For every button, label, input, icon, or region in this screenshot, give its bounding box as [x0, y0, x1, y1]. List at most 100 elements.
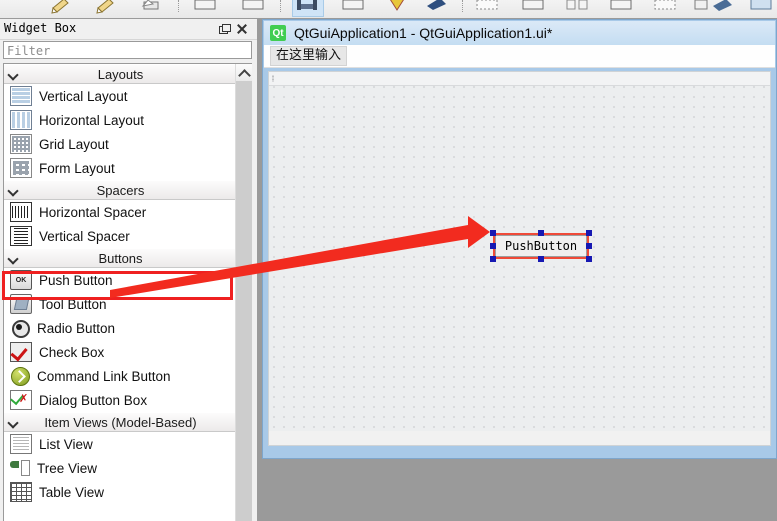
widget-item-check-box[interactable]: Check Box: [4, 340, 237, 364]
resize-handle-bottom-right[interactable]: [586, 256, 592, 262]
widget-list[interactable]: Layouts Vertical Layout Horizontal Layou…: [3, 63, 252, 521]
toolbar-separator: [178, 0, 180, 12]
widget-item-label: Dialog Button Box: [39, 393, 147, 408]
widget-item-radio-button[interactable]: Radio Button: [4, 316, 237, 340]
break-layout-icon[interactable]: [292, 0, 324, 17]
grid-icon[interactable]: [474, 0, 496, 14]
filter-field[interactable]: [3, 41, 252, 59]
adjust-size-icon[interactable]: [340, 0, 362, 14]
widget-item-label: Radio Button: [37, 321, 115, 336]
widget-item-label: Grid Layout: [39, 137, 109, 152]
category-header-buttons[interactable]: Buttons: [4, 248, 237, 268]
widget-item-command-link-button[interactable]: Command Link Button: [4, 364, 237, 388]
resize-handle-top-center[interactable]: [538, 230, 544, 236]
widget-item-push-button[interactable]: OK Push Button: [4, 268, 237, 292]
tool-button-icon: [10, 294, 32, 314]
widget-item-list-view[interactable]: List View: [4, 432, 237, 456]
pencil-alt-icon[interactable]: [95, 0, 117, 14]
category-label: Buttons: [98, 251, 142, 266]
category-header-item-views[interactable]: Item Views (Model-Based): [4, 412, 237, 432]
category-label: Item Views (Model-Based): [44, 415, 196, 430]
form-menubar[interactable]: 在这里输入: [264, 45, 775, 68]
chevron-down-icon: [9, 186, 18, 195]
widget-item-horizontal-layout[interactable]: Horizontal Layout: [4, 108, 237, 132]
widget-item-label: Horizontal Layout: [39, 113, 144, 128]
widget-item-tree-view[interactable]: Tree View: [4, 456, 237, 480]
lay-out-horizontally-icon[interactable]: [192, 0, 214, 14]
preview-icon[interactable]: [608, 0, 630, 14]
widget-box-titlebar: Widget Box: [0, 19, 257, 40]
close-icon[interactable]: [235, 22, 249, 36]
push-button-widget-wrapper[interactable]: PushButton: [495, 235, 587, 257]
float-icon[interactable]: [217, 22, 231, 36]
buddies-icon[interactable]: [424, 0, 446, 14]
widget-item-label: List View: [39, 437, 93, 452]
resize-handle-top-left[interactable]: [490, 230, 496, 236]
form-window: Qt QtGuiApplication1 - QtGuiApplication1…: [262, 19, 777, 459]
lay-out-vertically-icon[interactable]: [240, 0, 262, 14]
widget-item-horizontal-spacer[interactable]: Horizontal Spacer: [4, 200, 237, 224]
resize-handle-middle-right[interactable]: [586, 243, 592, 249]
vertical-spacer-icon: [10, 226, 32, 246]
chevron-down-icon: [9, 70, 18, 79]
qt-logo-icon: Qt: [270, 25, 286, 41]
widget-item-label: Vertical Spacer: [39, 229, 130, 244]
tree-view-icon: [10, 459, 30, 477]
widget-item-grid-layout[interactable]: Grid Layout: [4, 132, 237, 156]
dialog-button-box-icon: [10, 390, 32, 410]
vertical-layout-icon: [10, 86, 32, 106]
chevron-down-icon: [9, 254, 18, 263]
command-link-button-icon: [10, 367, 30, 385]
category-header-layouts[interactable]: Layouts: [4, 64, 237, 84]
menu-type-here[interactable]: 在这里输入: [270, 46, 347, 66]
form-canvas[interactable]: PushButton: [268, 71, 771, 446]
chevron-down-icon: [9, 418, 18, 427]
signals-slots-icon[interactable]: [386, 0, 408, 14]
form-window-titlebar[interactable]: Qt QtGuiApplication1 - QtGuiApplication1…: [264, 21, 775, 45]
desktop-background: [257, 460, 777, 521]
push-button-widget[interactable]: PushButton: [495, 235, 587, 257]
form-status-bar: [269, 431, 770, 445]
widget-item-label: Horizontal Spacer: [39, 205, 146, 220]
form-layout-icon: [10, 158, 32, 178]
widget-item-vertical-layout[interactable]: Vertical Layout: [4, 84, 237, 108]
widget-item-label: Tree View: [37, 461, 97, 476]
resize-handle-bottom-center[interactable]: [538, 256, 544, 262]
widget-box-title: Widget Box: [4, 21, 76, 35]
widget-item-vertical-spacer[interactable]: Vertical Spacer: [4, 224, 237, 248]
category-header-spacers[interactable]: Spacers: [4, 180, 237, 200]
push-button-icon: OK: [10, 270, 32, 290]
tab-order-icon[interactable]: [564, 0, 586, 14]
chevron-up-icon[interactable]: [236, 64, 252, 81]
widget-item-tool-button[interactable]: Tool Button: [4, 292, 237, 316]
form-icon[interactable]: [520, 0, 542, 14]
table-view-icon: [10, 482, 32, 502]
filter-input[interactable]: [4, 43, 251, 59]
widget-list-scrollbar[interactable]: [235, 64, 252, 521]
category-label: Spacers: [97, 183, 145, 198]
widget-item-label: Tool Button: [39, 297, 107, 312]
snippet-icon[interactable]: [690, 0, 712, 14]
minimize-icon[interactable]: [748, 0, 770, 14]
form-toolbar-area[interactable]: [269, 72, 770, 86]
check-box-icon: [10, 342, 32, 362]
widget-item-dialog-button-box[interactable]: Dialog Button Box: [4, 388, 237, 412]
resize-handle-top-right[interactable]: [586, 230, 592, 236]
category-label: Layouts: [98, 67, 144, 82]
grid-layout-icon: [10, 134, 32, 154]
resource-icon[interactable]: [652, 0, 674, 14]
widget-item-label: Form Layout: [39, 161, 115, 176]
top-toolbar[interactable]: [0, 0, 777, 19]
widget-item-form-layout[interactable]: Form Layout: [4, 156, 237, 180]
list-view-icon: [10, 434, 32, 454]
widget-item-label: Push Button: [39, 273, 113, 288]
buddies-alt-icon[interactable]: [710, 0, 732, 14]
horizontal-layout-icon: [10, 110, 32, 130]
pencil-icon[interactable]: [50, 0, 72, 14]
widget-item-label: Check Box: [39, 345, 104, 360]
widget-item-table-view[interactable]: Table View: [4, 480, 237, 504]
toolbar-separator-2: [280, 0, 282, 12]
resize-handle-bottom-left[interactable]: [490, 256, 496, 262]
edit-widgets-icon[interactable]: [140, 0, 162, 14]
resize-handle-middle-left[interactable]: [490, 243, 496, 249]
